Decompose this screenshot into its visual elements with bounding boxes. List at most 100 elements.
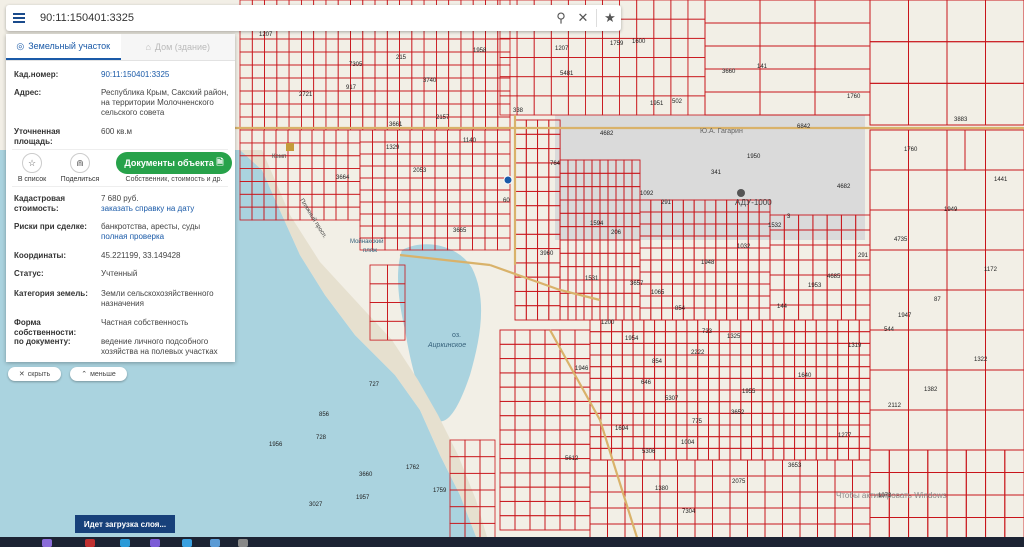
add-to-list-button[interactable]: ☆ В список	[12, 153, 52, 183]
parcel-number-label: 2721	[299, 92, 313, 98]
row-land-category: Категория земель: Земли сельскохозяйстве…	[14, 289, 214, 308]
parcel-number-label: 1760	[847, 94, 861, 100]
row-area: Уточненная площадь: 600 кв.м	[14, 127, 133, 146]
document-icon: 🗎	[216, 157, 224, 167]
parcel-number-label: 291	[858, 253, 869, 259]
parcel-number-label: 144	[777, 304, 788, 310]
parcel-number-label: 1322	[974, 357, 988, 363]
taskbar-app-icon[interactable]	[85, 539, 95, 547]
parcel-number-label: 854	[675, 306, 686, 312]
panel-tabs: ◎ Земельный участок ⌂ Дом (здание)	[6, 34, 235, 61]
parcel-number-label: 3883	[954, 117, 968, 123]
parcel-number-label: 1957	[356, 495, 370, 501]
taskbar-app-icon[interactable]	[238, 539, 248, 547]
row-cad-number: Кад.номер: 90:11:150401:3325	[14, 70, 229, 80]
parcel-number-label: 1531	[585, 276, 599, 282]
actions-bar: ☆ В список ⋒ Поделиться Документы объект…	[12, 149, 232, 187]
parcel-number-label: 2222	[691, 350, 705, 356]
parcel-number-label: 3652	[731, 410, 745, 416]
parcel-number-label: 1948	[701, 260, 715, 266]
parcel-number-label: 6842	[797, 124, 811, 130]
menu-button[interactable]	[6, 5, 32, 31]
parcel-number-label: 1760	[904, 147, 918, 153]
parcel-number-label: 2053	[413, 168, 427, 174]
less-button[interactable]: ⌃ меньше	[70, 367, 127, 381]
favorites-star-icon[interactable]: ★	[599, 5, 621, 31]
parcel-number-label: 338	[513, 108, 524, 114]
order-certificate-link[interactable]: заказать справку на дату	[101, 204, 229, 214]
parcel-number-label: 1004	[681, 440, 695, 446]
parcel-number-label: 7305	[349, 62, 363, 68]
parcel-number-label: 1380	[655, 486, 669, 492]
hide-panel-button[interactable]: ✕ скрыть	[8, 367, 61, 381]
parcel-number-label: 1958	[473, 48, 487, 54]
share-button[interactable]: ⋒ Поделиться	[60, 153, 100, 183]
tab-land-parcel[interactable]: ◎ Земельный участок	[6, 34, 121, 60]
map-label-lake-2: Аиркинское	[427, 342, 466, 349]
row-status: Статус: Учтенный	[14, 269, 138, 278]
parcel-number-label: 4682	[600, 131, 614, 137]
parcel-number-label: 1532	[768, 223, 782, 229]
tab-building[interactable]: ⌂ Дом (здание)	[120, 34, 235, 60]
os-watermark: Чтобы активировать Windows	[836, 491, 947, 500]
parcel-number-label: 2075	[732, 479, 746, 485]
taskbar-app-icon[interactable]	[210, 539, 220, 547]
parcel-number-label: 856	[319, 412, 330, 418]
row-ownership: Форма собственности: Частная собственнос…	[14, 318, 189, 337]
parcel-number-label: 4682	[837, 184, 851, 190]
parcel-number-label: 141	[757, 64, 768, 70]
parcel-number-label: 1032	[737, 244, 751, 250]
parcel-number-label: 1947	[898, 313, 912, 319]
parcel-number-label: 1065	[651, 290, 665, 296]
map-label-lake-1: оз.	[452, 332, 461, 339]
parcel-number-label: 1140	[463, 138, 477, 144]
parcel-number-label: 3664	[336, 175, 350, 181]
parcel-number-label: 2157	[436, 115, 450, 121]
parcel-number-label: 1759	[610, 41, 624, 47]
parcel-number-label: 1207	[259, 32, 273, 38]
parcel-number-label: 3657	[630, 281, 644, 287]
parcel-number-label: 3665	[453, 228, 467, 234]
parcel-number-label: 502	[672, 99, 683, 105]
search-icon[interactable]: ⚲	[550, 5, 572, 31]
taskbar-app-icon[interactable]	[182, 539, 192, 547]
layer-loading-indicator: Идет загрузка слоя...	[75, 515, 175, 533]
star-outline-icon: ☆	[22, 153, 42, 173]
parcel-number-label: 1325	[727, 334, 741, 340]
parcel-number-label: 1319	[848, 343, 862, 349]
parcel-number-label: 3661	[389, 122, 403, 128]
house-icon: ⌂	[145, 42, 151, 52]
parcel-number-label: 2112	[888, 403, 902, 409]
taskbar-app-icon[interactable]	[42, 539, 52, 547]
parcel-number-label: 1694	[615, 426, 629, 432]
parcel-number-label: 733	[702, 329, 713, 335]
parcel-number-label: 1382	[924, 387, 938, 393]
share-icon: ⋒	[70, 153, 90, 173]
clear-icon[interactable]: ✕	[572, 5, 594, 31]
taskbar-app-icon[interactable]	[150, 539, 160, 547]
map-label-moinaki-beach: пляж	[363, 248, 377, 254]
chevron-up-icon: ⌃	[81, 371, 88, 378]
parcel-info-panel: ◎ Земельный участок ⌂ Дом (здание) Кад.ном…	[6, 34, 235, 362]
parcel-number-label: 206	[611, 230, 622, 236]
cad-number-link[interactable]: 90:11:150401:3325	[101, 70, 229, 80]
parcel-number-label: 215	[396, 55, 407, 61]
full-check-link[interactable]: полная проверка	[101, 232, 229, 242]
search-input[interactable]	[32, 6, 550, 30]
parcel-number-label: 5306	[642, 449, 656, 455]
parcel-number-label: 1955	[742, 389, 756, 395]
parcel-number-label: 1640	[798, 373, 812, 379]
parcel-number-label: 1762	[406, 465, 420, 471]
parcel-number-label: 5307	[665, 396, 679, 402]
row-doc-use: по документу: ведение личного подсобного…	[14, 337, 218, 356]
object-documents-button[interactable]: Документы объекта 🗎	[116, 152, 232, 174]
parcel-number-label: 1950	[747, 154, 761, 160]
parcel-number-label: 1200	[601, 320, 615, 326]
parcel-number-label: 1956	[269, 442, 283, 448]
parcel-number-label: 3740	[423, 78, 437, 84]
taskbar-app-icon[interactable]	[120, 539, 130, 547]
map-label-gagarin: Ю.А. Гагарин	[700, 128, 743, 135]
map-label-kemp: Кемп	[272, 154, 286, 160]
selected-parcel-marker-icon[interactable]	[503, 175, 513, 185]
parcel-number-label: 3960	[540, 251, 554, 257]
